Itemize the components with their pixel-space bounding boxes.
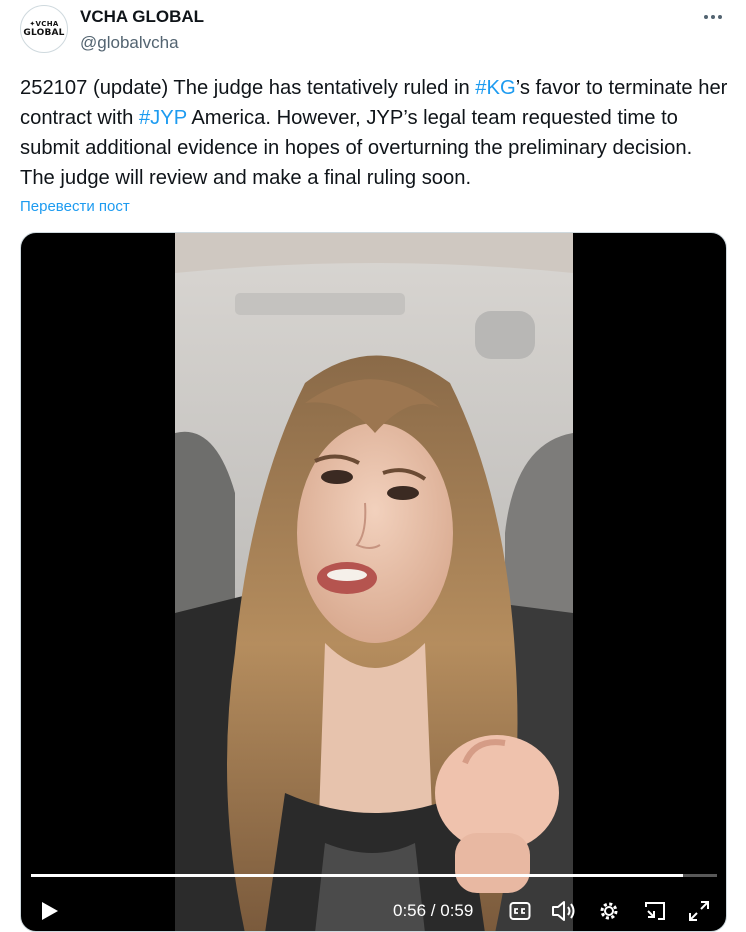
video-progress-fill	[31, 874, 683, 877]
video-frame[interactable]	[175, 233, 573, 931]
more-options-icon[interactable]	[704, 10, 726, 24]
tweet-text: 252107 (update) The judge has tentativel…	[20, 73, 732, 193]
user-handle[interactable]: @globalvcha	[80, 33, 179, 53]
captions-icon[interactable]	[509, 901, 531, 926]
tweet-header: ✦VCHA GLOBAL VCHA GLOBAL @globalvcha	[0, 0, 746, 70]
settings-icon[interactable]	[598, 900, 620, 927]
display-name[interactable]: VCHA GLOBAL	[80, 7, 204, 27]
video-player[interactable]: 0:56 / 0:59	[20, 232, 727, 932]
video-time: 0:56 / 0:59	[393, 901, 474, 920]
tweet-text-part: 252107 (update) The judge has tentativel…	[20, 77, 476, 99]
video-controls: 0:56 / 0:59	[21, 891, 726, 931]
hashtag-jyp[interactable]: #JYP	[139, 107, 187, 129]
play-icon[interactable]	[38, 900, 60, 927]
video-still-image	[175, 233, 573, 931]
fullscreen-icon[interactable]	[688, 900, 710, 927]
avatar-logo-line2: GLOBAL	[23, 28, 65, 38]
hashtag-kg[interactable]: #KG	[475, 77, 515, 99]
avatar[interactable]: ✦VCHA GLOBAL	[20, 5, 68, 53]
translate-post-link[interactable]: Перевести пост	[20, 198, 130, 215]
video-progress-bar[interactable]	[31, 874, 717, 877]
pip-icon[interactable]	[643, 900, 667, 927]
volume-icon[interactable]	[551, 900, 577, 927]
